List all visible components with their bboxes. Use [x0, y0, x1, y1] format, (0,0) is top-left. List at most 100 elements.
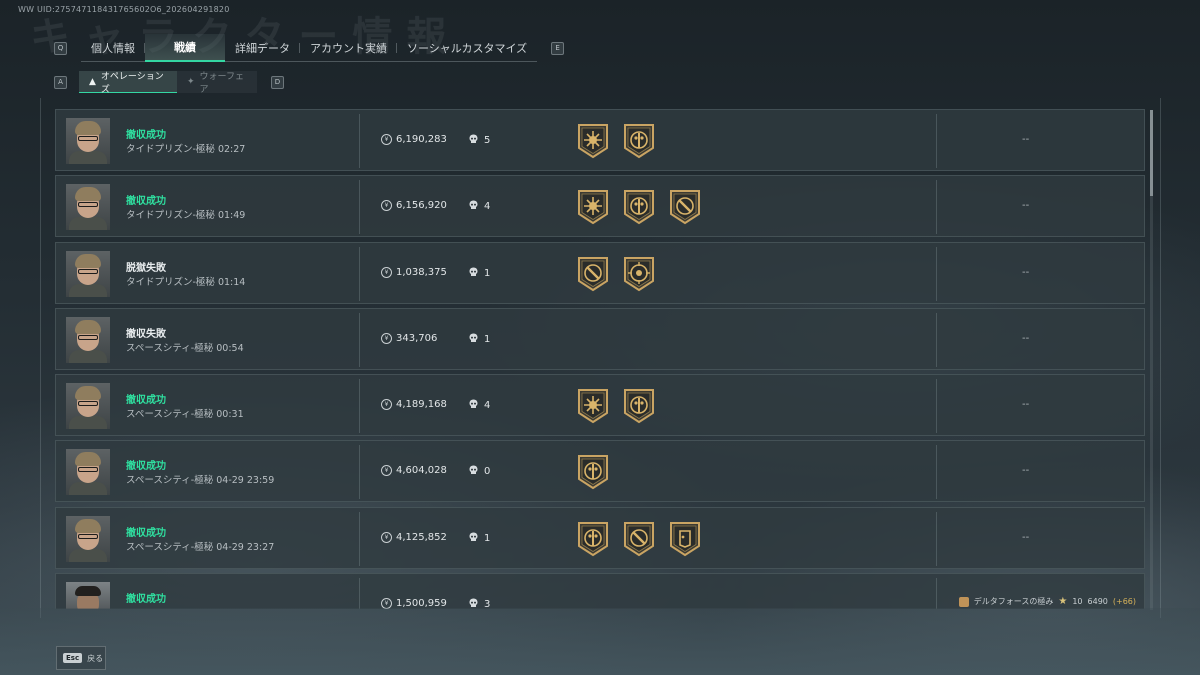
- value-amount: 4,189,168: [396, 399, 447, 411]
- divider: [359, 578, 360, 609]
- medal-badges: [576, 520, 702, 560]
- divider: [359, 312, 360, 367]
- sub-tab-bar: A ▲ オペレーションズ ✦ ウォーフェア D: [54, 71, 284, 95]
- divider: [936, 578, 937, 609]
- match-row[interactable]: 撤収成功 タイドプリズン-極秘 01:49 ¥6,156,920 4 --: [55, 175, 1145, 238]
- coin-icon: ¥: [381, 200, 392, 212]
- tab-personal-info[interactable]: 個人情報: [81, 34, 145, 62]
- medal-badge-icon: [668, 520, 702, 560]
- tab-account-achievements[interactable]: アカウント実績: [300, 34, 397, 62]
- tab-social-customize[interactable]: ソーシャルカスタマイズ: [397, 34, 537, 62]
- divider: [936, 511, 937, 566]
- frame-line-right: [1160, 98, 1161, 618]
- match-row[interactable]: 撤収成功スペースシティ-極秘 04-29 23:59 ¥4,604,028 0 --: [55, 440, 1145, 503]
- tab-label: 戦績: [174, 41, 196, 54]
- avatar: [66, 316, 110, 363]
- match-row[interactable]: 撤収失敗 スペースシティ-極秘 00:54 ¥343,706 1 --: [55, 307, 1145, 370]
- medal-badge-icon: [622, 122, 656, 162]
- medal-badge-icon: [576, 387, 610, 427]
- medal-badge-icon: [622, 188, 656, 228]
- map-and-time: タイドプリズン-極秘 01:49: [126, 210, 246, 222]
- kill-count: 4: [484, 201, 491, 213]
- match-status: 脱獄失敗: [126, 262, 166, 274]
- match-status: 撤収失敗: [126, 328, 166, 340]
- match-row[interactable]: 撤収成功 スペースシティ-極秘 00:31 ¥4,189,168 4 --: [55, 374, 1145, 437]
- medal-badge-icon: [576, 520, 610, 560]
- extra-value: --: [1022, 465, 1030, 477]
- map-and-time: スペースシティ-極秘 00:54: [126, 342, 244, 354]
- back-label: 戻る: [87, 653, 104, 663]
- value-stat: ¥6,156,920: [381, 200, 447, 212]
- medal-badges: [576, 188, 702, 228]
- subtab-label: オペレーションズ: [100, 71, 164, 95]
- back-button[interactable]: Esc 戻る: [56, 646, 106, 670]
- medal-badge-icon: [622, 520, 656, 560]
- coin-icon: ¥: [381, 531, 392, 543]
- match-status: 撤収成功: [126, 461, 166, 473]
- avatar: [66, 118, 110, 164]
- skull-icon: [469, 399, 478, 412]
- extra-value: --: [1022, 134, 1030, 145]
- match-row[interactable]: 撤収成功 スペースシティ-極秘 04-29 23:27 ¥4,125,852 1 --: [55, 506, 1145, 569]
- value-amount: 6,156,920: [396, 200, 447, 212]
- kill-stat: 1: [469, 333, 490, 346]
- match-row[interactable]: 撤収成功 ¥1,500,959 3 デルタフォースの極み ★ 10 6490 (+66): [55, 573, 1145, 609]
- tab-label: ソーシャルカスタマイズ: [407, 42, 528, 55]
- match-status: 撤収成功: [126, 395, 166, 407]
- skull-icon: [469, 267, 478, 280]
- tab-battle-record[interactable]: 戦績: [145, 34, 225, 62]
- divider: [359, 246, 360, 301]
- coin-icon: ¥: [381, 465, 392, 477]
- value-stat: ¥1,038,375: [381, 266, 447, 278]
- kill-stat: 4: [469, 399, 490, 412]
- operations-icon: ▲: [89, 76, 96, 87]
- kill-count: 0: [484, 466, 491, 478]
- value-stat: ¥4,125,852: [381, 531, 447, 543]
- tab-detailed-data[interactable]: 詳細データ: [225, 34, 300, 62]
- trophy-icon: [958, 596, 969, 607]
- value-amount: 4,125,852: [396, 531, 447, 543]
- coin-icon: ¥: [381, 332, 392, 344]
- avatar: [66, 515, 110, 562]
- medal-badges: [576, 387, 656, 427]
- top-tab-bar: Q 個人情報 戦績 詳細データ アカウント実績 ソーシャルカスタマイズ E: [54, 34, 565, 62]
- match-row[interactable]: 脱獄失敗タイドプリズン-極秘 01:14 ¥1,038,375 1 --: [55, 241, 1145, 304]
- map-and-time: スペースシティ-極秘 00:31: [126, 409, 244, 421]
- medal-badge-icon: [576, 122, 610, 162]
- medal-badge-icon: [576, 453, 610, 493]
- achievement-points: 6490: [1087, 597, 1108, 607]
- subtab-label: ウォーフェア: [199, 72, 245, 95]
- star-icon: ★: [1058, 596, 1068, 608]
- map-and-time: タイドプリズン-極秘 01:14: [126, 276, 246, 288]
- subtab-operations[interactable]: ▲ オペレーションズ: [79, 71, 177, 95]
- extra-value: --: [1022, 531, 1030, 543]
- extra-value: --: [1022, 200, 1030, 212]
- avatar: [66, 449, 110, 496]
- extra-value: --: [1022, 266, 1030, 278]
- skull-icon: [469, 333, 478, 346]
- value-amount: 4,604,028: [396, 465, 447, 477]
- value-stat: ¥6,190,283: [381, 134, 447, 145]
- divider: [936, 114, 937, 168]
- key-hint-q: Q: [54, 41, 67, 55]
- map-and-time: タイドプリズン-極秘 02:27: [126, 144, 246, 155]
- medal-badge-icon: [622, 255, 656, 295]
- match-status: 撤収成功: [126, 130, 166, 141]
- subtab-warfare[interactable]: ✦ ウォーフェア: [177, 71, 257, 95]
- medal-badges: [576, 453, 610, 493]
- key-hint-e: E: [551, 41, 565, 55]
- match-status: 撤収成功: [126, 527, 166, 539]
- match-row[interactable]: 撤収成功 タイドプリズン-極秘 02:27 ¥6,190,283 5 --: [55, 109, 1145, 171]
- esc-key-hint: Esc: [63, 653, 83, 663]
- extra-value: --: [1022, 332, 1030, 344]
- medal-badge-icon: [622, 387, 656, 427]
- divider: [936, 246, 937, 301]
- achievement-level: 10: [1072, 597, 1083, 607]
- map-and-time: スペースシティ-極秘 04-29 23:59: [126, 475, 275, 487]
- achievement-info: デルタフォースの極み ★ 10 6490 (+66): [958, 596, 1136, 608]
- scrollbar-thumb[interactable]: [1150, 110, 1153, 196]
- achievement-bonus: (+66): [1112, 597, 1136, 607]
- scrollbar[interactable]: [1150, 110, 1153, 610]
- avatar: [66, 582, 110, 609]
- kill-count: 1: [484, 267, 491, 279]
